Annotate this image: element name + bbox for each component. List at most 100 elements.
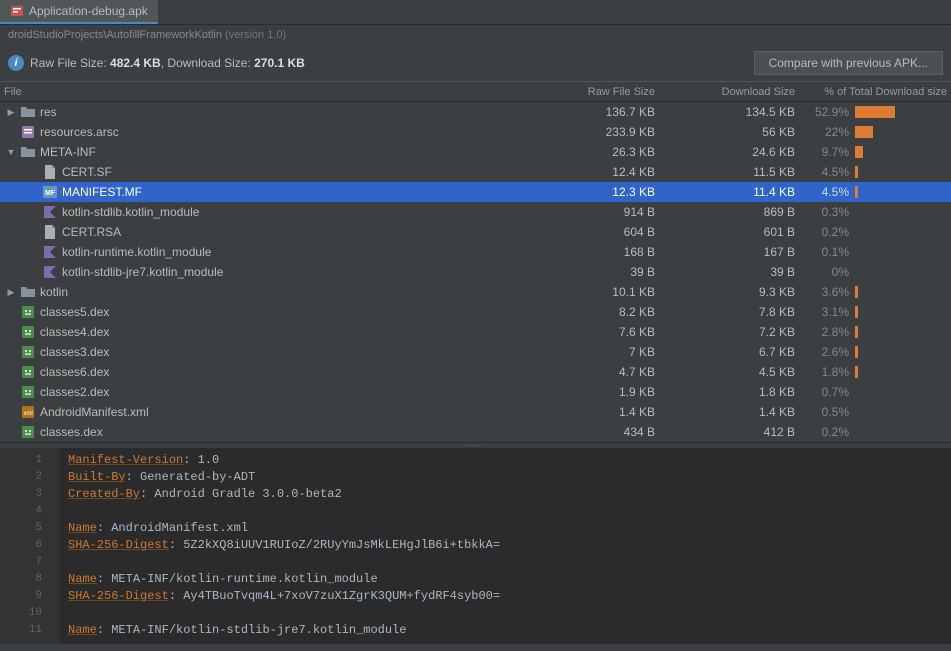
editor-gutter: 1234567891011 xyxy=(0,448,60,644)
cell-download-size: 39 B xyxy=(663,265,803,279)
code-line: Created-By: Android Gradle 3.0.0-beta2 xyxy=(68,486,943,503)
table-row[interactable]: ▶kotlin10.1 KB9.3 KB3.6% xyxy=(0,282,951,302)
table-header: File Raw File Size Download Size % of To… xyxy=(0,82,951,102)
arsc-icon xyxy=(20,124,36,140)
line-number: 4 xyxy=(0,503,42,520)
tab-title: Application-debug.apk xyxy=(29,4,148,18)
table-row[interactable]: xmlAndroidManifest.xml1.4 KB1.4 KB0.5% xyxy=(0,402,951,422)
dl-size-value: 270.1 KB xyxy=(254,56,305,70)
line-number: 10 xyxy=(0,605,42,622)
file-name: classes2.dex xyxy=(40,385,109,399)
table-row[interactable]: CERT.RSA604 B601 B0.2% xyxy=(0,222,951,242)
column-download-size[interactable]: Download Size xyxy=(663,82,803,101)
cell-raw-size: 12.3 KB xyxy=(523,185,663,199)
bar-fill xyxy=(855,366,858,378)
cell-bar xyxy=(851,226,951,238)
column-file[interactable]: File xyxy=(0,82,523,101)
table-row[interactable]: classes2.dex1.9 KB1.8 KB0.7% xyxy=(0,382,951,402)
table-row[interactable]: ▶res136.7 KB134.5 KB52.9% xyxy=(0,102,951,122)
file-name: resources.arsc xyxy=(40,125,119,139)
cell-raw-size: 914 B xyxy=(523,205,663,219)
file-icon xyxy=(42,164,58,180)
bar-fill xyxy=(855,326,858,338)
cell-raw-size: 8.2 KB xyxy=(523,305,663,319)
table-row[interactable]: MFMANIFEST.MF12.3 KB11.4 KB4.5% xyxy=(0,182,951,202)
cell-download-size: 1.4 KB xyxy=(663,405,803,419)
table-row[interactable]: classes4.dex7.6 KB7.2 KB2.8% xyxy=(0,322,951,342)
cell-bar xyxy=(851,126,951,138)
cell-file: ▶ kotlin xyxy=(0,284,523,300)
cell-download-size: 6.7 KB xyxy=(663,345,803,359)
manifest-editor: 1234567891011 Manifest-Version: 1.0Built… xyxy=(0,448,951,644)
cell-raw-size: 434 B xyxy=(523,425,663,439)
cell-raw-size: 4.7 KB xyxy=(523,365,663,379)
file-name: classes.dex xyxy=(40,425,103,439)
column-raw-size[interactable]: Raw File Size xyxy=(523,82,663,101)
cell-download-size: 4.5 KB xyxy=(663,365,803,379)
cell-file: kotlin-stdlib.kotlin_module xyxy=(0,204,523,220)
cell-percent: 3.1% xyxy=(803,305,851,319)
table-row[interactable]: resources.arsc233.9 KB56 KB22% xyxy=(0,122,951,142)
file-name: classes4.dex xyxy=(40,325,109,339)
table-row[interactable]: classes.dex434 B412 B0.2% xyxy=(0,422,951,442)
breadcrumb: droidStudioProjects\AutofillFrameworkKot… xyxy=(0,25,951,45)
chevron-down-icon[interactable]: ▼ xyxy=(6,147,16,157)
table-row[interactable]: kotlin-stdlib.kotlin_module914 B869 B0.3… xyxy=(0,202,951,222)
cell-percent: 22% xyxy=(803,125,851,139)
file-name: kotlin-runtime.kotlin_module xyxy=(62,245,211,259)
cell-download-size: 11.4 KB xyxy=(663,185,803,199)
cell-raw-size: 39 B xyxy=(523,265,663,279)
table-row[interactable]: ▼META-INF26.3 KB24.6 KB9.7% xyxy=(0,142,951,162)
info-bar: i Raw File Size: 482.4 KB, Download Size… xyxy=(0,45,951,81)
line-number: 1 xyxy=(0,452,42,469)
table-row[interactable]: kotlin-stdlib-jre7.kotlin_module 39 B39 B… xyxy=(0,262,951,282)
cell-bar xyxy=(851,366,951,378)
dex-icon xyxy=(20,304,36,320)
cell-bar xyxy=(851,426,951,438)
cell-file: MFMANIFEST.MF xyxy=(0,184,523,200)
bar-fill xyxy=(855,306,858,318)
table-row[interactable]: kotlin-runtime.kotlin_module168 B167 B0.… xyxy=(0,242,951,262)
file-name: CERT.SF xyxy=(62,165,112,179)
file-name: classes3.dex xyxy=(40,345,109,359)
cell-download-size: 11.5 KB xyxy=(663,165,803,179)
column-pct[interactable]: % of Total Download size xyxy=(803,82,951,101)
cell-download-size: 167 B xyxy=(663,245,803,259)
km-icon xyxy=(42,244,58,260)
cell-raw-size: 7.6 KB xyxy=(523,325,663,339)
code-line: Name: META-INF/kotlin-runtime.kotlin_mod… xyxy=(68,571,943,588)
editor-code[interactable]: Manifest-Version: 1.0Built-By: Generated… xyxy=(60,448,951,644)
table-row[interactable]: CERT.SF12.4 KB11.5 KB4.5% xyxy=(0,162,951,182)
dex-icon xyxy=(20,424,36,440)
chevron-right-icon[interactable]: ▶ xyxy=(6,107,16,118)
cell-raw-size: 1.4 KB xyxy=(523,405,663,419)
apk-icon xyxy=(10,4,24,18)
cell-file: xmlAndroidManifest.xml xyxy=(0,404,523,420)
cell-raw-size: 136.7 KB xyxy=(523,105,663,119)
code-line: Built-By: Generated-by-ADT xyxy=(68,469,943,486)
file-name: kotlin-stdlib-jre7.kotlin_module xyxy=(62,265,223,279)
folder-icon xyxy=(20,284,36,300)
chevron-right-icon[interactable]: ▶ xyxy=(6,287,16,298)
cell-bar xyxy=(851,306,951,318)
table-row[interactable]: classes5.dex8.2 KB7.8 KB3.1% xyxy=(0,302,951,322)
cell-bar xyxy=(851,206,951,218)
compare-apk-button[interactable]: Compare with previous APK... xyxy=(754,51,943,75)
cell-bar xyxy=(851,146,951,158)
cell-bar xyxy=(851,326,951,338)
line-number: 9 xyxy=(0,588,42,605)
cell-file: kotlin-runtime.kotlin_module xyxy=(0,244,523,260)
file-name: classes6.dex xyxy=(40,365,109,379)
file-name: META-INF xyxy=(40,145,96,159)
cell-percent: 0.2% xyxy=(803,425,851,439)
line-number: 11 xyxy=(0,622,42,639)
editor-tab[interactable]: Application-debug.apk xyxy=(0,0,158,24)
cell-file: classes6.dex xyxy=(0,364,523,380)
table-row[interactable]: classes6.dex4.7 KB4.5 KB1.8% xyxy=(0,362,951,382)
table-row[interactable]: classes3.dex7 KB6.7 KB2.6% xyxy=(0,342,951,362)
cell-percent: 0.2% xyxy=(803,225,851,239)
file-name: classes5.dex xyxy=(40,305,109,319)
file-name: kotlin xyxy=(40,285,68,299)
cell-percent: 3.6% xyxy=(803,285,851,299)
bar-fill xyxy=(855,146,863,158)
